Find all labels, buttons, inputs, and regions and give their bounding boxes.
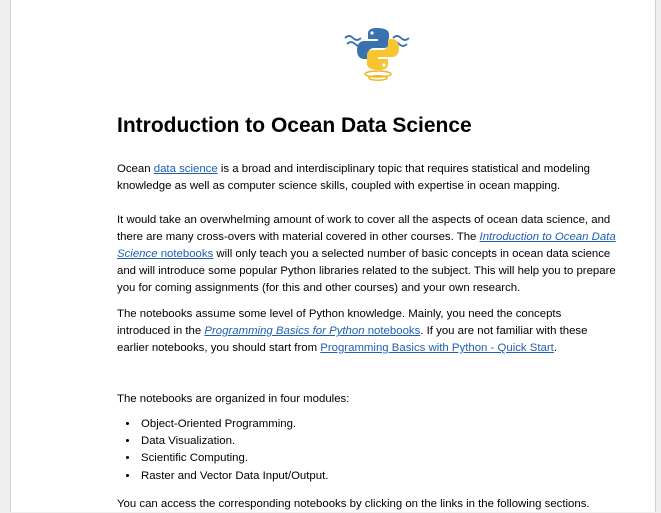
data-science-link[interactable]: data science — [154, 163, 218, 175]
prerequisites-paragraph: The notebooks assume some level of Pytho… — [117, 306, 617, 357]
text: . — [553, 342, 558, 354]
text: Ocean — [117, 163, 154, 175]
access-paragraph: You can access the corresponding noteboo… — [117, 498, 590, 510]
modules-intro: The notebooks are organized in four modu… — [117, 393, 350, 405]
python-ocean-logo-icon — [344, 28, 410, 81]
list-item: Data Visualization. — [139, 433, 328, 450]
link-text: notebooks — [364, 325, 421, 337]
scope-paragraph: It would take an overwhelming amount of … — [117, 212, 617, 297]
programming-basics-link[interactable]: Programming Basics for Python notebooks — [204, 325, 420, 337]
list-item: Object-Oriented Programming. — [139, 416, 328, 433]
page-title: Introduction to Ocean Data Science — [117, 114, 472, 137]
intro-paragraph: Ocean data science is a broad and interd… — [117, 161, 617, 195]
notebook-page: Introduction to Ocean Data Science Ocean… — [10, 0, 656, 512]
link-italic-text: Programming Basics for Python — [204, 325, 365, 337]
list-item: Scientific Computing. — [139, 450, 328, 467]
quick-start-link[interactable]: Programming Basics with Python - Quick S… — [320, 342, 554, 354]
link-text: notebooks — [157, 248, 214, 260]
modules-list: Object-Oriented Programming. Data Visual… — [117, 416, 328, 485]
list-item: Raster and Vector Data Input/Output. — [139, 468, 328, 485]
